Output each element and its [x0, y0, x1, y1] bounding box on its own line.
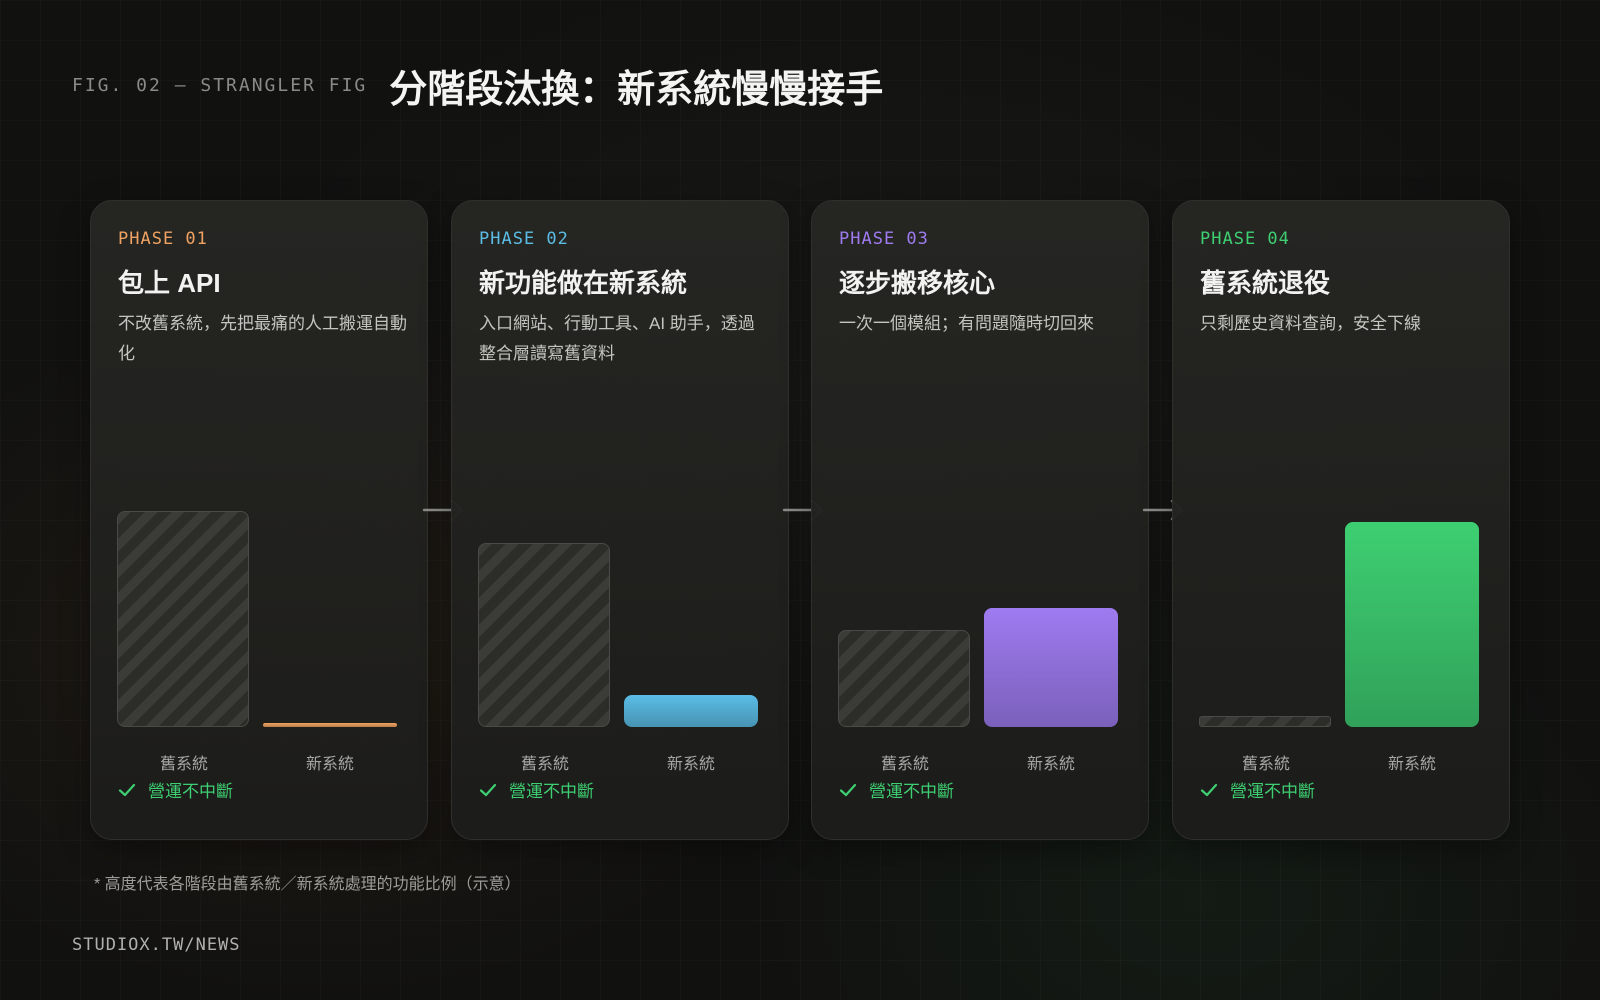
phase-card-03: PHASE 03 逐步搬移核心 一次一個模組；有問題隨時切回來 舊系統 新系統 …: [811, 200, 1149, 840]
phase-bars: [91, 201, 429, 761]
legacy-system-label: 舊系統: [1241, 756, 1290, 773]
new-system-bar: [984, 608, 1118, 727]
check-icon: [1200, 783, 1218, 796]
check-icon: [118, 783, 136, 796]
new-system-label: 新系統: [1387, 756, 1436, 773]
status-text: 營運不中斷: [1230, 782, 1315, 801]
new-system-bar: [1345, 521, 1479, 727]
check-icon: [479, 783, 497, 796]
new-system-bar: [263, 723, 397, 727]
legacy-system-bar: [478, 543, 610, 727]
phase-bars: [452, 201, 790, 761]
new-system-label: 新系統: [666, 756, 715, 773]
status-text: 營運不中斷: [509, 782, 594, 801]
phase-card-01: PHASE 01 包上 API 不改舊系統，先把最痛的人工搬運自動化 舊系統 新…: [90, 200, 428, 840]
phase-bars: [1173, 201, 1511, 761]
legacy-system-bar: [1199, 716, 1331, 727]
phase-card-04: PHASE 04 舊系統退役 只剩歷史資料查詢，安全下線 舊系統 新系統 營運不…: [1172, 200, 1510, 840]
legacy-system-bar: [117, 511, 249, 727]
new-system-label: 新系統: [1026, 756, 1075, 773]
figure-title: 分階段汰換：新系統慢慢接手: [389, 67, 884, 111]
legacy-system-label: 舊系統: [880, 756, 929, 773]
legacy-system-label: 舊系統: [520, 756, 569, 773]
phase-card-02: PHASE 02 新功能做在新系統 入口網站、行動工具、AI 助手，透過整合層讀…: [451, 200, 789, 840]
check-icon: [839, 783, 857, 796]
status-text: 營運不中斷: [148, 782, 233, 801]
figure-label: FIG. 02 — STRANGLER FIG: [72, 75, 368, 96]
figure-header: FIG. 02 — STRANGLER FIG 分階段汰換：新系統慢慢接手: [72, 58, 883, 113]
new-system-bar: [624, 694, 758, 727]
legacy-system-label: 舊系統: [159, 756, 208, 773]
status-indicator: 營運不中斷: [1200, 777, 1315, 802]
status-indicator: 營運不中斷: [479, 777, 594, 802]
chart-footnote: * 高度代表各階段由舊系統／新系統處理的功能比例（示意）: [94, 876, 521, 893]
phase-cards: PHASE 01 包上 API 不改舊系統，先把最痛的人工搬運自動化 舊系統 新…: [90, 200, 1510, 840]
phase-bars: [812, 201, 1150, 761]
status-text: 營運不中斷: [869, 782, 954, 801]
legacy-system-bar: [838, 629, 970, 727]
source-url: STUDIOX.TW/NEWS: [72, 935, 241, 955]
new-system-label: 新系統: [305, 756, 354, 773]
status-indicator: 營運不中斷: [839, 777, 954, 802]
status-indicator: 營運不中斷: [118, 777, 233, 802]
